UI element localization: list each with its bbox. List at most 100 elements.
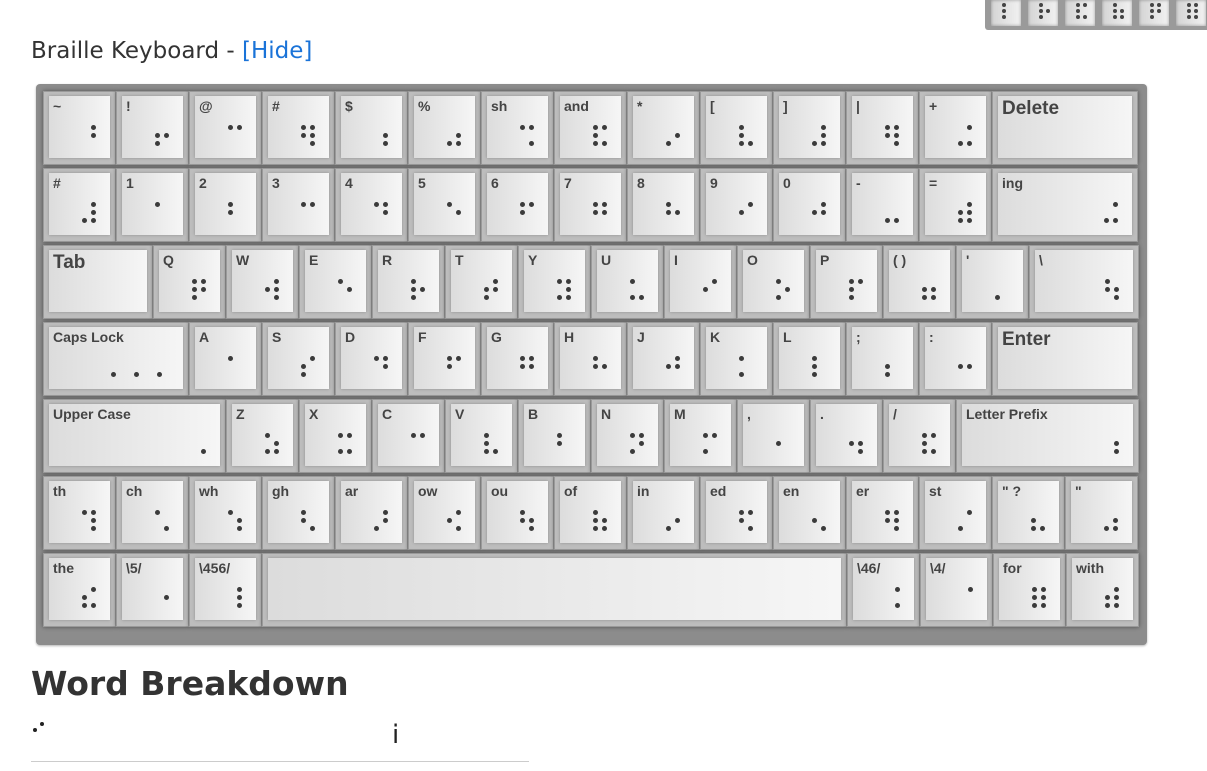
key-en[interactable]: en — [773, 476, 846, 550]
key-z[interactable]: Z — [226, 399, 299, 473]
key-of[interactable]: of — [554, 476, 627, 550]
key-label: U — [601, 252, 612, 268]
key-space[interactable] — [262, 553, 847, 627]
key-symbol-4-10[interactable]: / — [883, 399, 956, 473]
key-and[interactable]: and — [554, 91, 627, 165]
key-k[interactable]: K — [700, 322, 773, 396]
key-g[interactable]: G — [481, 322, 554, 396]
key-r[interactable]: R — [372, 245, 445, 319]
braille-dot-3 — [1104, 218, 1109, 223]
key-o[interactable]: O — [737, 245, 810, 319]
key-symbol-0-10[interactable]: ] — [773, 91, 846, 165]
key-symbol-3-10[interactable]: ; — [846, 322, 919, 396]
key-9[interactable]: 9 — [700, 168, 773, 242]
key-symbol-0-8[interactable]: * — [627, 91, 700, 165]
key-ou[interactable]: ou — [481, 476, 554, 550]
key-symbol-2-12[interactable]: ' — [956, 245, 1029, 319]
key-v[interactable]: V — [445, 399, 518, 473]
key-symbol-1-0[interactable]: # — [43, 168, 116, 242]
key-with[interactable]: with — [1066, 553, 1139, 627]
key-th[interactable]: th — [43, 476, 116, 550]
key-ed[interactable]: ed — [700, 476, 773, 550]
key-s[interactable]: S — [262, 322, 335, 396]
key-the[interactable]: the — [43, 553, 116, 627]
key-symbol-0-0[interactable]: ~ — [43, 91, 116, 165]
key-symbol-0-1[interactable]: ! — [116, 91, 189, 165]
key-symbol-3-11[interactable]: : — [919, 322, 992, 396]
key-w[interactable]: W — [226, 245, 299, 319]
key-symbol-0-12[interactable]: + — [919, 91, 992, 165]
key-symbol-0-2[interactable]: @ — [189, 91, 262, 165]
braille-dot-1 — [812, 356, 817, 361]
key-in[interactable]: in — [627, 476, 700, 550]
key-m[interactable]: M — [664, 399, 737, 473]
key-ch[interactable]: ch — [116, 476, 189, 550]
key-symbol-0-11[interactable]: | — [846, 91, 919, 165]
key-symbol-0-3[interactable]: # — [262, 91, 335, 165]
key-symbol-0-9[interactable]: [ — [700, 91, 773, 165]
braille-dot-1 — [1032, 587, 1037, 592]
key-e[interactable]: E — [299, 245, 372, 319]
key-c[interactable]: C — [372, 399, 445, 473]
key-7[interactable]: 7 — [554, 168, 627, 242]
key-tab[interactable]: Tab — [43, 245, 153, 319]
key-a[interactable]: A — [189, 322, 262, 396]
key-i[interactable]: I — [664, 245, 737, 319]
key-sh[interactable]: sh — [481, 91, 554, 165]
key-4[interactable]: 4 — [335, 168, 408, 242]
key-ing[interactable]: ing — [992, 168, 1138, 242]
key-enter[interactable]: Enter — [992, 322, 1138, 396]
key-symbol-1-11[interactable]: - — [846, 168, 919, 242]
key-gh[interactable]: gh — [262, 476, 335, 550]
key-p[interactable]: P — [810, 245, 883, 319]
key-ar[interactable]: ar — [335, 476, 408, 550]
key-3[interactable]: 3 — [262, 168, 335, 242]
key-symbol-4-8[interactable]: , — [737, 399, 810, 473]
key-d[interactable]: D — [335, 322, 408, 396]
key-delete[interactable]: Delete — [992, 91, 1138, 165]
key-f[interactable]: F — [408, 322, 481, 396]
key-ow[interactable]: ow — [408, 476, 481, 550]
key-5[interactable]: 5 — [408, 168, 481, 242]
braille-dot-3 — [82, 603, 87, 608]
key-0[interactable]: 0 — [773, 168, 846, 242]
key-x[interactable]: X — [299, 399, 372, 473]
key-wh[interactable]: wh — [189, 476, 262, 550]
key-1[interactable]: 1 — [116, 168, 189, 242]
key-t[interactable]: T — [445, 245, 518, 319]
braille-dot-3 — [666, 141, 671, 146]
key-upper-case[interactable]: Upper Case — [43, 399, 226, 473]
key-caps-lock[interactable]: Caps Lock — [43, 322, 189, 396]
braille-dot-5 — [164, 133, 169, 138]
key-h[interactable]: H — [554, 322, 627, 396]
key-symbol-4-9[interactable]: . — [810, 399, 883, 473]
key-symbol-2-11[interactable]: ( ) — [883, 245, 956, 319]
key-l[interactable]: L — [773, 322, 846, 396]
key-n[interactable]: N — [591, 399, 664, 473]
key-8[interactable]: 8 — [627, 168, 700, 242]
key-j[interactable]: J — [627, 322, 700, 396]
key-b[interactable]: B — [518, 399, 591, 473]
key-er[interactable]: er — [846, 476, 919, 550]
key-symbol-1-12[interactable]: = — [919, 168, 992, 242]
key-symbol-5-13[interactable]: " ? — [992, 476, 1065, 550]
key-st[interactable]: st — [919, 476, 992, 550]
braille-dot-3 — [666, 526, 671, 531]
key-symbol-2-13[interactable]: \ — [1029, 245, 1139, 319]
key-for[interactable]: for — [993, 553, 1066, 627]
key-4[interactable]: \4/ — [920, 553, 993, 627]
key-6[interactable]: 6 — [481, 168, 554, 242]
key-q[interactable]: Q — [153, 245, 226, 319]
key-5[interactable]: \5/ — [116, 553, 189, 627]
key-456[interactable]: \456/ — [189, 553, 262, 627]
key-y[interactable]: Y — [518, 245, 591, 319]
hide-keyboard-link[interactable]: [Hide] — [242, 38, 312, 64]
key-letter-prefix[interactable]: Letter Prefix — [956, 399, 1139, 473]
key-symbol-0-4[interactable]: $ — [335, 91, 408, 165]
key-u[interactable]: U — [591, 245, 664, 319]
key-symbol-5-14[interactable]: " — [1065, 476, 1138, 550]
braille-dot-6 — [967, 218, 972, 223]
key-symbol-0-5[interactable]: % — [408, 91, 481, 165]
key-46[interactable]: \46/ — [847, 553, 920, 627]
key-2[interactable]: 2 — [189, 168, 262, 242]
